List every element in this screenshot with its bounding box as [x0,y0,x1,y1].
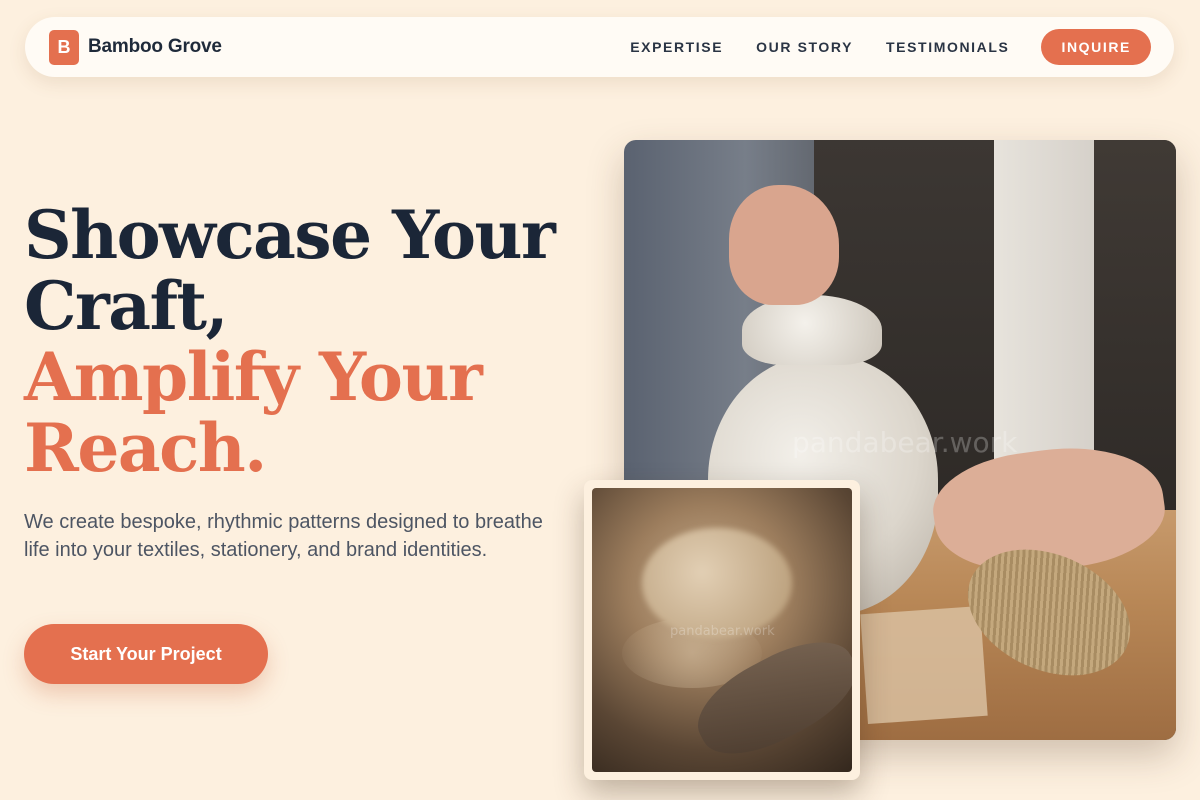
nav-link-testimonials[interactable]: TESTIMONIALS [886,39,1009,55]
hero-subtitle: We create bespoke, rhythmic patterns des… [24,511,543,561]
hero-title-line-4: Reach. [24,409,267,487]
brand[interactable]: B Bamboo Grove [49,29,222,65]
hero-title-line-3: Amplify Your [24,338,483,416]
nav-link-expertise[interactable]: EXPERTISE [630,39,723,55]
hero-title-line-1: Showcase Your [24,196,556,274]
top-navigation: B Bamboo Grove EXPERTISE OUR STORY TESTI… [25,17,1174,77]
brand-name: Bamboo Grove [88,36,222,57]
hero-title-line-2: Craft, [24,267,228,345]
start-project-button[interactable]: Start Your Project [24,624,268,684]
inquire-button[interactable]: INQUIRE [1041,29,1151,65]
nav-links: EXPERTISE OUR STORY TESTIMONIALS INQUIRE [597,29,1151,65]
brand-logo: B [49,29,79,65]
clay-photo: pandabear.work [584,480,860,780]
hero-title: Showcase Your Craft, Amplify Your Reach. [24,200,584,484]
nav-link-our-story[interactable]: OUR STORY [756,39,853,55]
jar-lid [742,295,882,365]
